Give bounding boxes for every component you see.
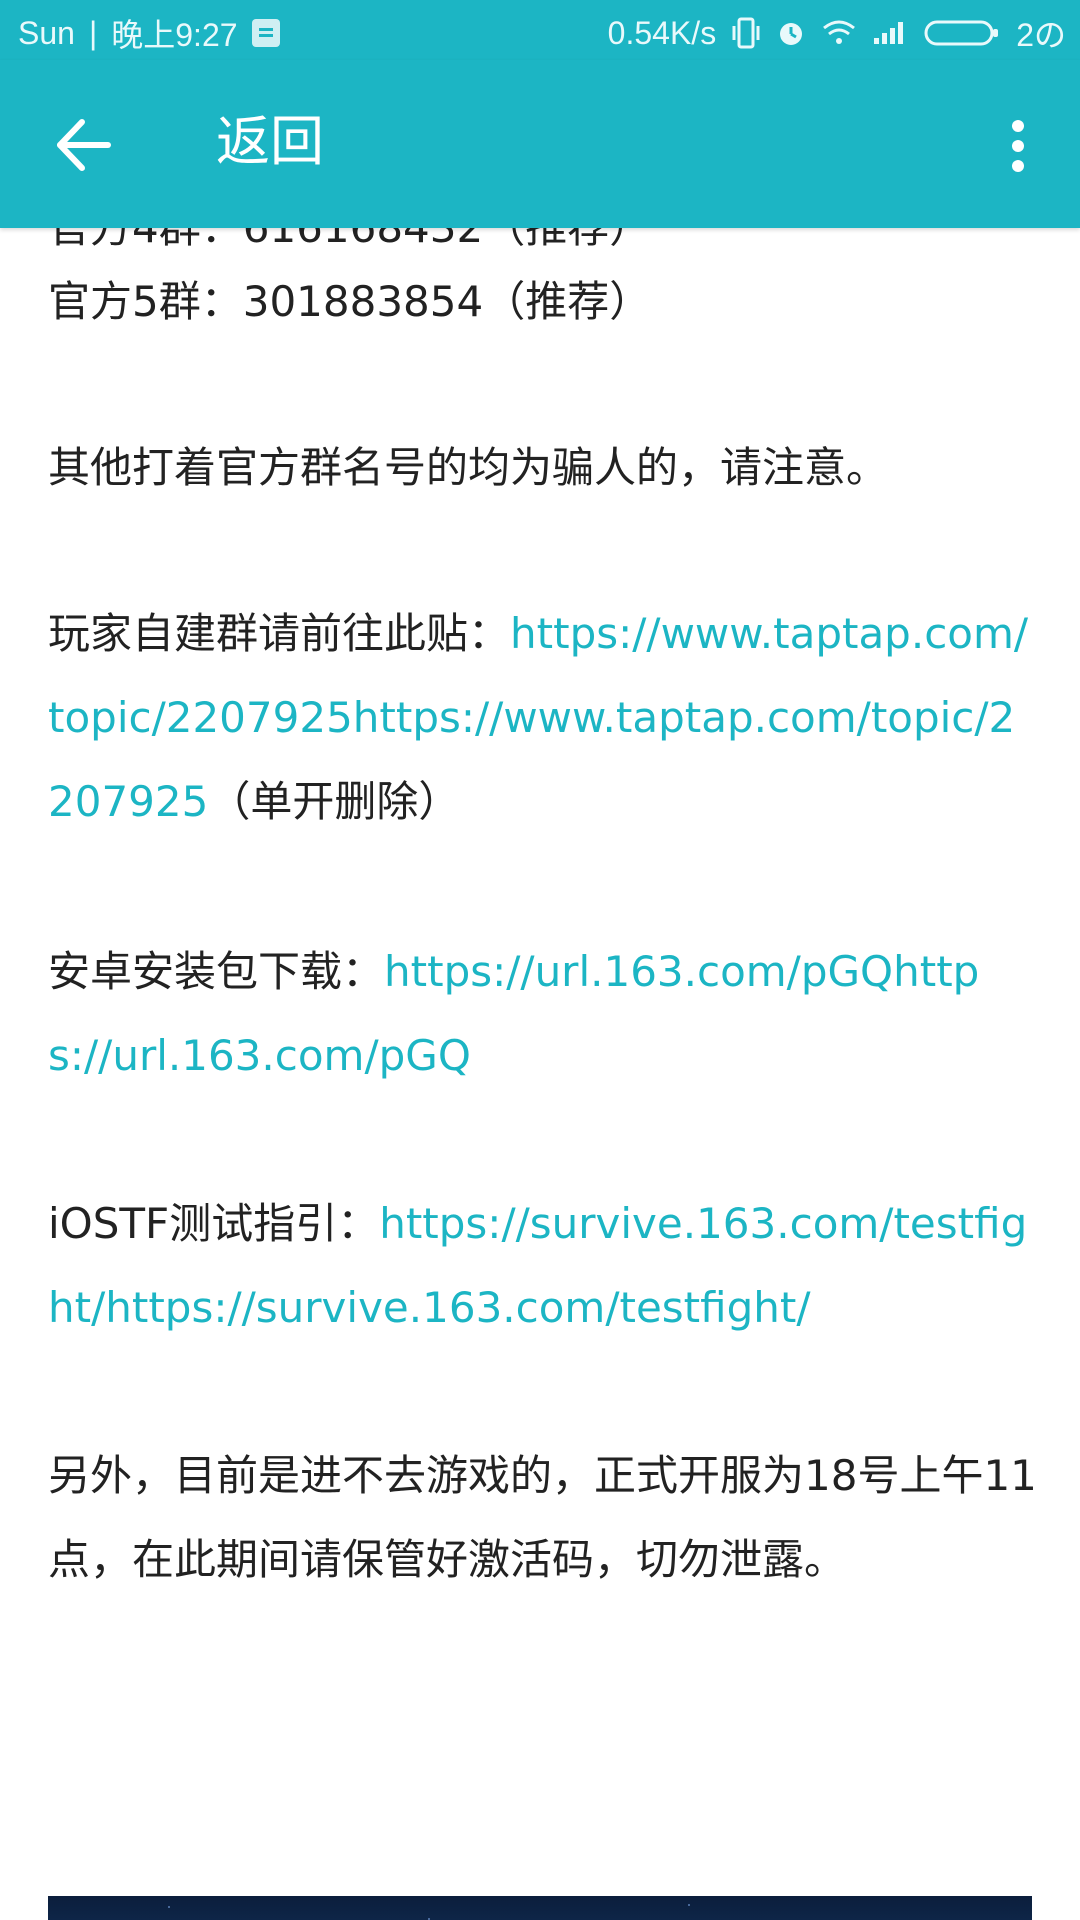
app-bar: 返回 [0,60,1080,228]
status-bar: Sun | 晚上9:27 0.54K/s 2の [0,0,1080,60]
vibrate-icon [732,17,760,49]
banner-image[interactable] [48,1896,1032,1920]
page-title: 返回 [216,110,324,173]
network-speed: 0.54K/s [607,14,717,51]
battery-icon [924,20,999,46]
player-groups-paragraph: 玩家自建群请前往此贴：https://www.taptap.com/topic/… [48,592,1038,844]
launch-notice-text: 另外，目前是进不去游戏的，正式开服为18号上午11点，在此期间请保管好激活码，切… [48,1451,1037,1584]
wifi-icon [823,20,856,44]
carrier-label: Sun [18,14,75,51]
android-download-label: 安卓安装包下载： [48,947,385,996]
notification-icon [251,19,280,47]
banner-star [168,1906,170,1908]
player-groups-note: （单开删除） [208,777,461,826]
banner-star [688,1904,690,1906]
ios-guide-paragraph: iOSTF测试指引：https://survive.163.com/testfi… [48,1182,1038,1350]
android-download-paragraph: 安卓安装包下载：https://url.163.com/pGQhttps://u… [48,930,1038,1098]
more-vertical-icon[interactable] [998,116,1038,176]
ios-guide-label: iOSTF测试指引： [48,1199,380,1248]
warning-text: 其他打着官方群名号的均为骗人的，请注意。 [48,443,889,492]
post-content: 官方4群：616168432（推荐） 官方5群：301883854（推荐） 其他… [0,0,1080,1920]
alarm-icon [780,23,803,45]
arrow-left-icon[interactable] [52,112,118,178]
player-groups-label: 玩家自建群请前往此贴： [48,609,511,658]
group5-line: 官方5群：301883854（推荐） [48,277,652,326]
signal-icon [874,22,904,44]
clock: 晚上9:27 [111,17,238,53]
battery-level: 2の [1016,17,1066,53]
status-divider: | [88,14,98,51]
